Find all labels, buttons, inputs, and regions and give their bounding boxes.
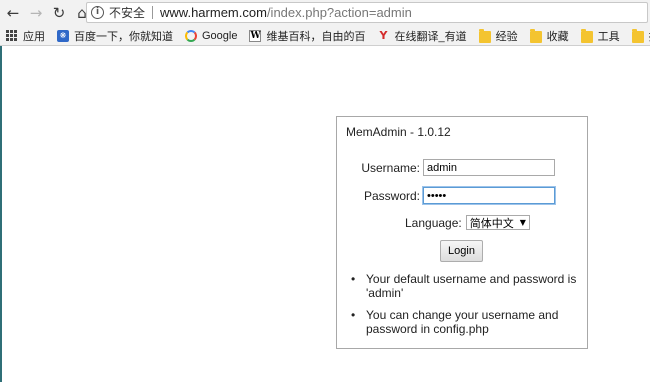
bookmarks-bar: 应用 ❋ 百度一下，你就知道 Google W 维基百科，自由的百 Y 在线翻译… (0, 26, 650, 46)
list-item: • You can change your username and passw… (349, 308, 581, 336)
list-item: • Your default username and password is … (349, 272, 581, 300)
apps-icon (6, 29, 18, 42)
bookmark-label: 维基百科，自由的百 (266, 30, 366, 43)
address-bar[interactable]: i 不安全 www.harmem.com/index.php?action=ad… (86, 2, 648, 23)
folder-icon (478, 28, 491, 43)
login-panel: MemAdmin - 1.0.12 Username: Password: La… (336, 116, 588, 349)
url-host: www.harmem.com (160, 5, 267, 20)
bullet: • (351, 272, 356, 286)
folder-icon (580, 28, 593, 43)
reload-icon[interactable]: ↻ (49, 2, 69, 24)
login-button[interactable]: Login (440, 240, 483, 262)
url-path: /index.php?action=admin (266, 5, 412, 20)
note-text: Your default username and password is 'a… (366, 272, 577, 300)
address-divider (152, 6, 154, 19)
bookmark-label: 收藏 (546, 30, 569, 43)
back-icon[interactable]: ← (3, 2, 23, 24)
google-icon (185, 29, 197, 42)
language-select[interactable]: 简体中文 ▼ (465, 215, 530, 230)
bookmark-folder-tools[interactable]: 工具 (580, 28, 620, 44)
password-input[interactable] (423, 187, 555, 204)
url-text[interactable]: www.harmem.com/index.php?action=admin (160, 5, 412, 20)
bullet: • (351, 308, 356, 322)
wikipedia-icon: W (249, 29, 262, 42)
bookmark-label: 工具 (597, 30, 620, 43)
folder-icon (529, 28, 542, 43)
bookmark-label: 经验 (495, 30, 518, 43)
bookmark-label: 百度一下，你就知道 (74, 30, 173, 43)
page-title: MemAdmin - 1.0.12 (346, 125, 451, 139)
folder-icon (631, 28, 644, 43)
youdao-icon: Y (379, 28, 388, 42)
bookmark-label: 应用 (23, 30, 45, 43)
bookmark-label: 在线翻译_有道 (394, 30, 467, 43)
browser-toolbar: ← → ↻ ⌂ i 不安全 www.harmem.com/index.php?a… (0, 0, 650, 26)
baidu-icon: ❋ (57, 29, 69, 42)
language-label: Language: (405, 215, 462, 230)
password-row: Password: (346, 187, 555, 204)
username-input[interactable] (423, 159, 555, 176)
security-label[interactable]: 不安全 (109, 4, 145, 21)
language-selected-value: 简体中文 (469, 217, 514, 230)
window-edge (0, 0, 2, 382)
bookmark-wikipedia[interactable]: W 维基百科，自由的百 (249, 28, 365, 44)
username-label: Username: (361, 160, 420, 175)
bookmark-google[interactable]: Google (185, 29, 238, 42)
info-icon[interactable]: i (91, 6, 104, 19)
password-label: Password: (363, 188, 420, 203)
note-text: You can change your username and passwor… (366, 308, 559, 336)
username-row: Username: (346, 159, 555, 176)
bookmark-folder-experience[interactable]: 经验 (478, 28, 518, 44)
bookmark-folder-jobs[interactable]: 招聘 (631, 28, 650, 44)
notes-list: • Your default username and password is … (349, 272, 581, 344)
bookmark-label: Google (202, 29, 238, 42)
forward-icon[interactable]: → (26, 2, 46, 24)
bookmark-apps[interactable]: 应用 (6, 28, 45, 44)
language-row: Language: 简体中文 ▼ (405, 215, 530, 230)
dropdown-arrow-icon: ▼ (519, 218, 526, 227)
bookmark-youdao[interactable]: Y 在线翻译_有道 (377, 28, 467, 44)
bookmark-baidu[interactable]: ❋ 百度一下，你就知道 (57, 28, 173, 44)
bookmark-folder-favorites[interactable]: 收藏 (529, 28, 569, 44)
